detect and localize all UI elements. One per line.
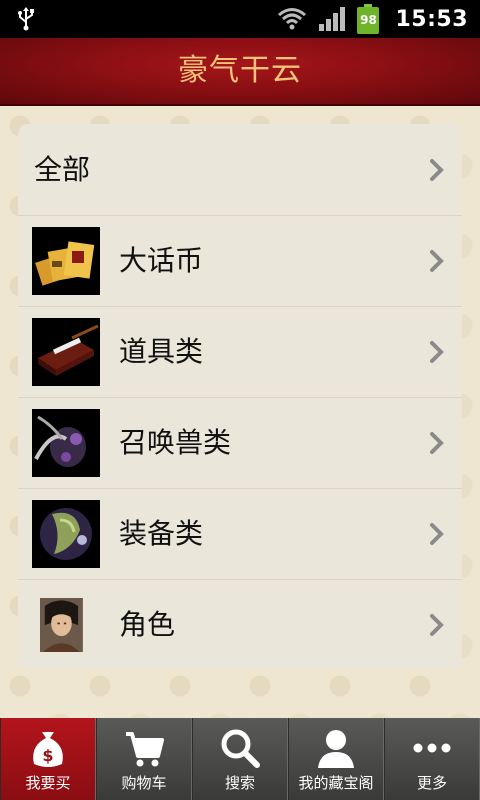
category-label: 召唤兽类 bbox=[119, 426, 232, 459]
page-title: 豪气干云 bbox=[178, 53, 302, 88]
chevron-right-icon bbox=[430, 432, 444, 454]
tab-cart[interactable]: 购物车 bbox=[96, 718, 192, 800]
currency-cards-icon bbox=[32, 227, 100, 295]
category-label: 装备类 bbox=[119, 517, 204, 550]
tab-search[interactable]: 搜索 bbox=[192, 718, 288, 800]
wifi-icon bbox=[278, 8, 307, 30]
app-header: 豪气干云 bbox=[0, 38, 480, 106]
status-time: 15:53 bbox=[395, 6, 468, 32]
category-row-items[interactable]: 道具类 bbox=[18, 306, 462, 398]
summon-beast-icon bbox=[32, 409, 100, 477]
category-row-currency[interactable]: 大话币 bbox=[18, 215, 462, 307]
category-row-character[interactable]: 角色 bbox=[18, 579, 462, 668]
chevron-right-icon bbox=[430, 341, 444, 363]
more-icon bbox=[413, 743, 451, 753]
category-label: 大话币 bbox=[119, 244, 204, 277]
category-list: 全部 大话币 道具类 召唤兽类 装备类 角色 bbox=[18, 124, 462, 668]
usb-icon bbox=[18, 7, 34, 31]
equipment-icon bbox=[32, 500, 100, 568]
battery-icon: 98 bbox=[357, 4, 380, 34]
chevron-right-icon bbox=[430, 159, 444, 181]
money-bag-icon: $ bbox=[33, 732, 63, 767]
item-box-icon bbox=[32, 318, 100, 386]
battery-level: 98 bbox=[357, 7, 380, 34]
user-icon bbox=[318, 730, 354, 768]
category-label: 角色 bbox=[119, 608, 176, 641]
svg-text:$: $ bbox=[42, 746, 53, 765]
bottom-tab-bar: $ 我要买 购物车 搜索 我的藏宝阁 更多 bbox=[0, 718, 480, 800]
category-row-all[interactable]: 全部 bbox=[18, 124, 462, 216]
chevron-right-icon bbox=[430, 614, 444, 636]
chevron-right-icon bbox=[430, 250, 444, 272]
cart-icon bbox=[126, 732, 164, 767]
signal-icon bbox=[319, 7, 346, 31]
category-label: 全部 bbox=[34, 153, 91, 186]
category-row-equipment[interactable]: 装备类 bbox=[18, 488, 462, 580]
tab-label: 购物车 bbox=[121, 774, 167, 792]
tab-label: 搜索 bbox=[224, 774, 255, 792]
tab-my-treasure[interactable]: 我的藏宝阁 bbox=[288, 718, 384, 800]
character-portrait-icon bbox=[40, 598, 83, 652]
tab-label: 我要买 bbox=[25, 774, 71, 792]
chevron-right-icon bbox=[430, 523, 444, 545]
tab-label: 我的藏宝阁 bbox=[298, 774, 374, 792]
category-row-summons[interactable]: 召唤兽类 bbox=[18, 397, 462, 489]
tab-more[interactable]: 更多 bbox=[384, 718, 480, 800]
category-label: 道具类 bbox=[119, 335, 204, 368]
tab-label: 更多 bbox=[416, 774, 447, 792]
search-icon bbox=[221, 729, 260, 768]
tab-buy[interactable]: $ 我要买 bbox=[0, 718, 96, 800]
status-bar: 98 15:53 bbox=[0, 0, 480, 38]
